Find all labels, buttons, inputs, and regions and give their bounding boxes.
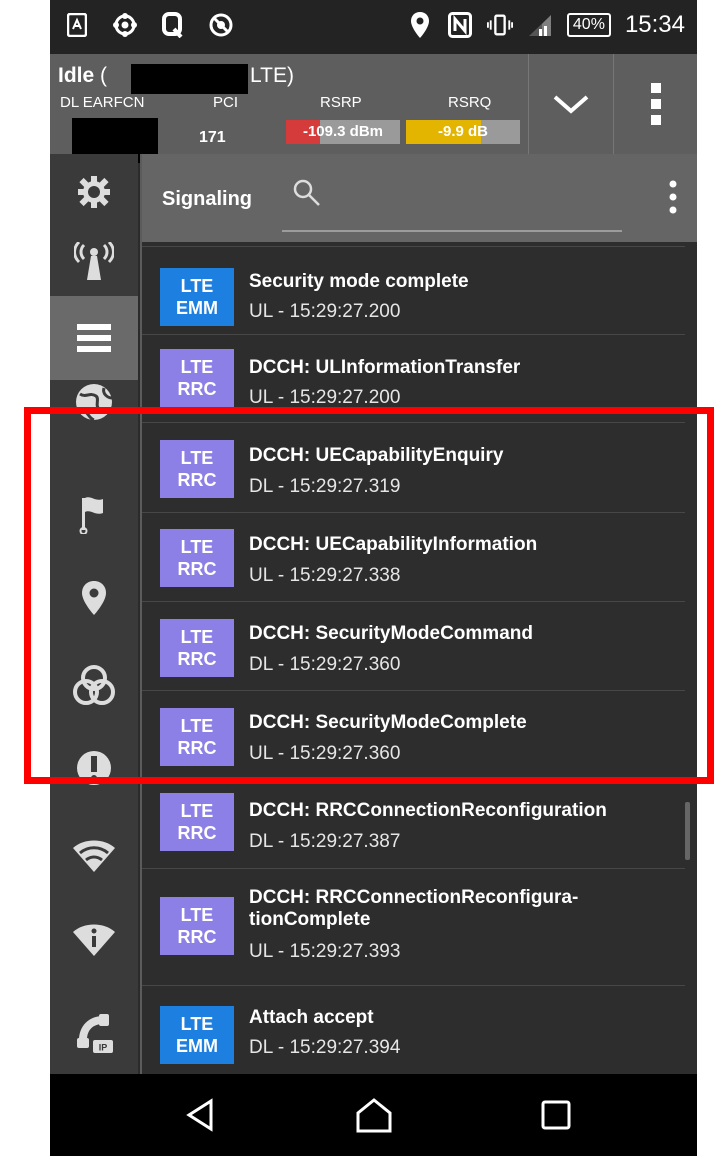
chevron-down-icon [553,95,589,114]
message-direction-time: DL - 15:29:27.387 [249,831,401,852]
protocol-badge: LTE RRC [160,793,234,851]
wifi-icon [73,840,115,872]
message-row[interactable]: LTE RRC DCCH: RRCConnectionReconfiguratio… [142,779,685,868]
protocol-badge: LTE EMM [160,1006,234,1064]
pci-label: PCI [213,94,239,111]
clock: 15:34 [624,11,685,38]
panel-menu-button[interactable] [669,180,677,219]
protocol-badge: LTE EMM [160,268,234,326]
search-button[interactable] [292,178,322,213]
cell-info-header: Idle ( e / LTE) DL EARFCN PCI 171 RSRP -… [50,54,697,163]
rsrq-meter: -9.9 dB [406,120,520,144]
sidebar-item-radio[interactable] [50,230,138,294]
protocol-badge: LTE RRC [160,897,234,955]
title-open-paren: ( [100,64,108,87]
dl-earfcn-label: DL EARFCN [60,94,145,111]
expand-button[interactable] [528,54,613,154]
sidebar-item-wifi-info[interactable] [50,910,138,970]
message-direction-time: UL - 15:29:27.200 [249,301,401,322]
highlight-rectangle [24,407,714,784]
message-title: DCCH: RRCConnectionReconfigura- tionComp… [249,887,579,930]
signal-icon [527,10,553,40]
recents-icon [541,1100,571,1130]
sidebar-item-voip[interactable]: IP [50,998,138,1068]
message-title: Security mode complete [249,271,469,292]
search-icon [293,179,320,206]
more-vert-icon [669,180,677,214]
screenshot-icon [64,10,90,40]
message-title: DCCH: RRCConnectionReconfiguration [249,800,607,821]
overflow-menu-button[interactable] [613,54,697,154]
rsrp-label: RSRP [320,94,362,111]
message-row[interactable]: LTE EMM Security mode complete UL - 15:29… [142,246,685,333]
rsrq-label: RSRQ [448,94,492,111]
protocol-badge: LTE RRC [160,349,234,407]
svg-text:IP: IP [99,1043,108,1053]
message-direction-time: UL - 15:29:27.200 [249,387,401,408]
panel-title: Signaling [162,188,252,210]
sidebar-item-settings[interactable] [50,154,138,230]
back-button[interactable] [170,1090,230,1140]
more-vert-icon [651,83,661,125]
antenna-icon [74,242,114,280]
vibrate-icon [486,10,513,40]
list-scrollbar[interactable] [685,802,690,860]
q-icon [160,10,186,40]
rsrq-value: -9.9 dB [437,123,488,140]
message-row[interactable]: LTE RRC DCCH: RRCConnectionReconfigura- t… [142,868,685,985]
cell-state: Idle [58,64,95,87]
sidebar-item-wifi[interactable] [50,826,138,886]
home-icon [356,1098,392,1133]
battery-indicator: 40% [566,13,611,37]
rsrp-value: -109.3 dBm [302,123,384,140]
list-icon [77,324,111,352]
status-bar: 40% 15:34 [50,0,697,54]
nfc-icon [447,10,473,40]
search-input[interactable] [282,230,622,232]
data-saver-icon [208,10,234,40]
gear-icon [78,176,110,208]
message-direction-time: UL - 15:29:27.393 [249,941,401,962]
wifi-info-icon [73,924,115,956]
message-row[interactable]: LTE EMM Attach accept DL - 15:29:27.394 [142,985,685,1074]
home-button[interactable] [344,1090,404,1140]
navigation-bar [50,1074,697,1156]
message-title: DCCH: ULInformationTransfer [249,357,521,378]
message-direction-time: DL - 15:29:27.394 [249,1037,401,1058]
back-icon [186,1098,213,1132]
phone-ip-icon: IP [77,1014,113,1053]
sidebar-item-signaling[interactable] [50,296,138,380]
signaling-toolbar: Signaling [142,154,697,242]
message-title: Attach accept [249,1007,374,1028]
pci-value: 171 [199,129,226,146]
rsrp-meter: -109.3 dBm [286,120,400,144]
recents-button[interactable] [526,1090,586,1140]
location-icon [407,10,433,40]
redaction-box [131,64,248,94]
settings-icon [112,10,138,40]
